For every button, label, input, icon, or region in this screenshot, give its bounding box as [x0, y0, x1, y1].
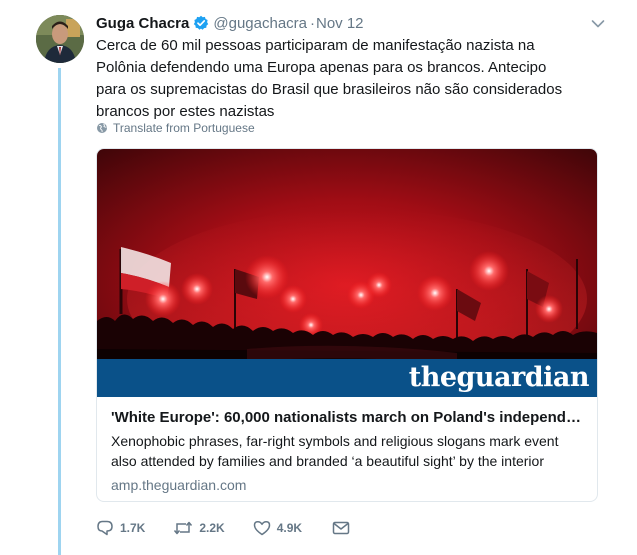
tweet[interactable]: Guga Chacra @gugachacra · Nov 12 Cerca d…: [0, 0, 637, 555]
avatar[interactable]: [36, 15, 84, 63]
chevron-down-icon[interactable]: [591, 16, 605, 28]
retweet-button[interactable]: 2.2K: [173, 520, 225, 536]
tweet-header: Guga Chacra @gugachacra · Nov 12: [96, 12, 607, 34]
direct-message-button[interactable]: [332, 521, 356, 535]
author-handle[interactable]: @gugachacra: [213, 15, 307, 32]
retweet-icon: [174, 521, 193, 535]
translate-link[interactable]: Translate from Portuguese: [96, 121, 255, 135]
like-count: 4.9K: [276, 521, 303, 535]
translate-label: Translate from Portuguese: [113, 121, 255, 135]
guardian-logo: theguardian: [408, 362, 590, 393]
retweet-count: 2.2K: [199, 521, 225, 535]
reply-button[interactable]: 1.7K: [96, 520, 145, 536]
card-url: amp.theguardian.com: [111, 477, 247, 493]
reply-icon: [97, 520, 113, 536]
tweet-date[interactable]: Nov 12: [316, 15, 364, 32]
card-text: 'White Europe': 60,000 nationalists marc…: [97, 397, 597, 495]
thread-connector-line: [58, 68, 61, 555]
reply-count: 1.7K: [120, 521, 146, 535]
guardian-brand-bar: theguardian: [97, 359, 597, 397]
envelope-icon: [332, 521, 350, 535]
heart-icon: [253, 521, 270, 536]
card-description: Xenophobic phrases, far-right symbols an…: [111, 433, 559, 469]
globe-icon: [97, 123, 107, 133]
verified-badge-icon: [193, 15, 209, 31]
author-name[interactable]: Guga Chacra: [96, 15, 189, 32]
card-image: theguardian: [97, 149, 597, 397]
tweet-text: Cerca de 60 mil pessoas participaram de …: [96, 37, 563, 120]
card-title: 'White Europe': 60,000 nationalists marc…: [111, 409, 583, 426]
link-card[interactable]: theguardian 'White Europe': 60,000 natio…: [96, 148, 598, 502]
tweet-actions: 1.7K 2.2K 4.9K: [96, 520, 380, 536]
like-button[interactable]: 4.9K: [253, 520, 302, 536]
header-separator: ·: [310, 14, 315, 32]
